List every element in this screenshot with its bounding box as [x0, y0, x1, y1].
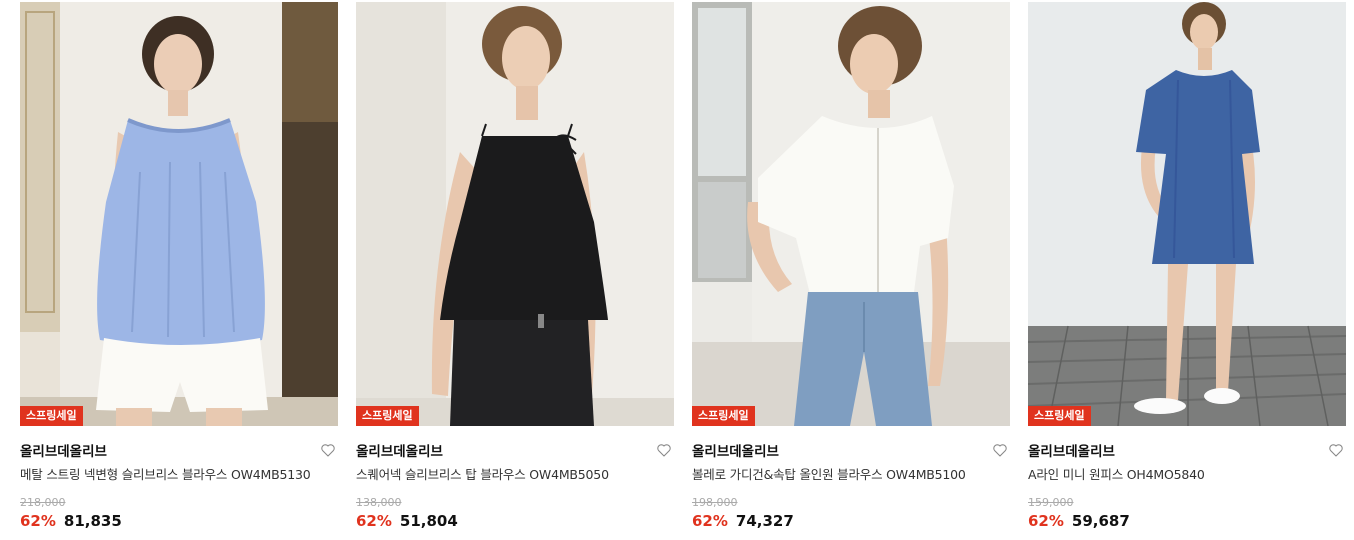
product-name[interactable]: 볼레로 가디건&속탑 올인원 블라우스 OW4MB5100 — [692, 464, 1010, 483]
brand-row: 올리브데올리브 — [20, 440, 338, 460]
product-name[interactable]: 메탈 스트링 넥변형 슬리브리스 블라우스 OW4MB5130 — [20, 464, 338, 483]
product-grid: 스프링세일 올리브데올리브 메탈 스트링 넥변형 슬리브리스 블라우스 OW4M… — [20, 2, 1346, 530]
product-card[interactable]: 스프링세일 올리브데올리브 메탈 스트링 넥변형 슬리브리스 블라우스 OW4M… — [20, 2, 338, 530]
product-photo-black-top — [356, 2, 674, 426]
product-card[interactable]: 스프링세일 올리브데올리브 볼레로 가디건&속탑 올인원 블라우스 OW4MB5… — [692, 2, 1010, 530]
heart-outline-icon[interactable] — [992, 442, 1008, 458]
sale-price: 59,687 — [1071, 512, 1130, 530]
price-row: 62% 59,687 — [1028, 512, 1346, 530]
product-name[interactable]: A라인 미니 원피스 OH4MO5840 — [1028, 464, 1346, 483]
price-row: 62% 81,835 — [20, 512, 338, 530]
sale-badge: 스프링세일 — [1028, 406, 1091, 426]
product-name[interactable]: 스퀘어넥 슬리브리스 탑 블라우스 OW4MB5050 — [356, 464, 674, 483]
brand-row: 올리브데올리브 — [356, 440, 674, 460]
product-photo-white-bolero — [692, 2, 1010, 426]
product-card[interactable]: 스프링세일 올리브데올리브 스퀘어넥 슬리브리스 탑 블라우스 OW4MB505… — [356, 2, 674, 530]
brand-row: 올리브데올리브 — [692, 440, 1010, 460]
discount-rate: 62% — [1028, 512, 1064, 530]
sale-badge: 스프링세일 — [356, 406, 419, 426]
brand-name[interactable]: 올리브데올리브 — [692, 440, 779, 460]
original-price: 159,000 — [1028, 496, 1074, 509]
original-price: 138,000 — [356, 496, 402, 509]
brand-row: 올리브데올리브 — [1028, 440, 1346, 460]
brand-name[interactable]: 올리브데올리브 — [356, 440, 443, 460]
sale-price: 81,835 — [63, 512, 122, 530]
product-image[interactable]: 스프링세일 — [20, 2, 338, 426]
heart-outline-icon[interactable] — [656, 442, 672, 458]
product-image[interactable]: 스프링세일 — [356, 2, 674, 426]
product-image[interactable]: 스프링세일 — [692, 2, 1010, 426]
original-price: 218,000 — [20, 496, 66, 509]
sale-badge: 스프링세일 — [692, 406, 755, 426]
price-row: 62% 51,804 — [356, 512, 674, 530]
sale-price: 74,327 — [735, 512, 794, 530]
original-price: 198,000 — [692, 496, 738, 509]
heart-outline-icon[interactable] — [320, 442, 336, 458]
discount-rate: 62% — [692, 512, 728, 530]
discount-rate: 62% — [20, 512, 56, 530]
brand-name[interactable]: 올리브데올리브 — [20, 440, 107, 460]
heart-outline-icon[interactable] — [1328, 442, 1344, 458]
discount-rate: 62% — [356, 512, 392, 530]
product-photo-blue-dress — [1028, 2, 1346, 426]
price-row: 62% 74,327 — [692, 512, 1010, 530]
product-photo-blue-blouse — [20, 2, 338, 426]
brand-name[interactable]: 올리브데올리브 — [1028, 440, 1115, 460]
product-image[interactable]: 스프링세일 — [1028, 2, 1346, 426]
sale-badge: 스프링세일 — [20, 406, 83, 426]
product-card[interactable]: 스프링세일 올리브데올리브 A라인 미니 원피스 OH4MO5840 159,0… — [1028, 2, 1346, 530]
sale-price: 51,804 — [399, 512, 458, 530]
